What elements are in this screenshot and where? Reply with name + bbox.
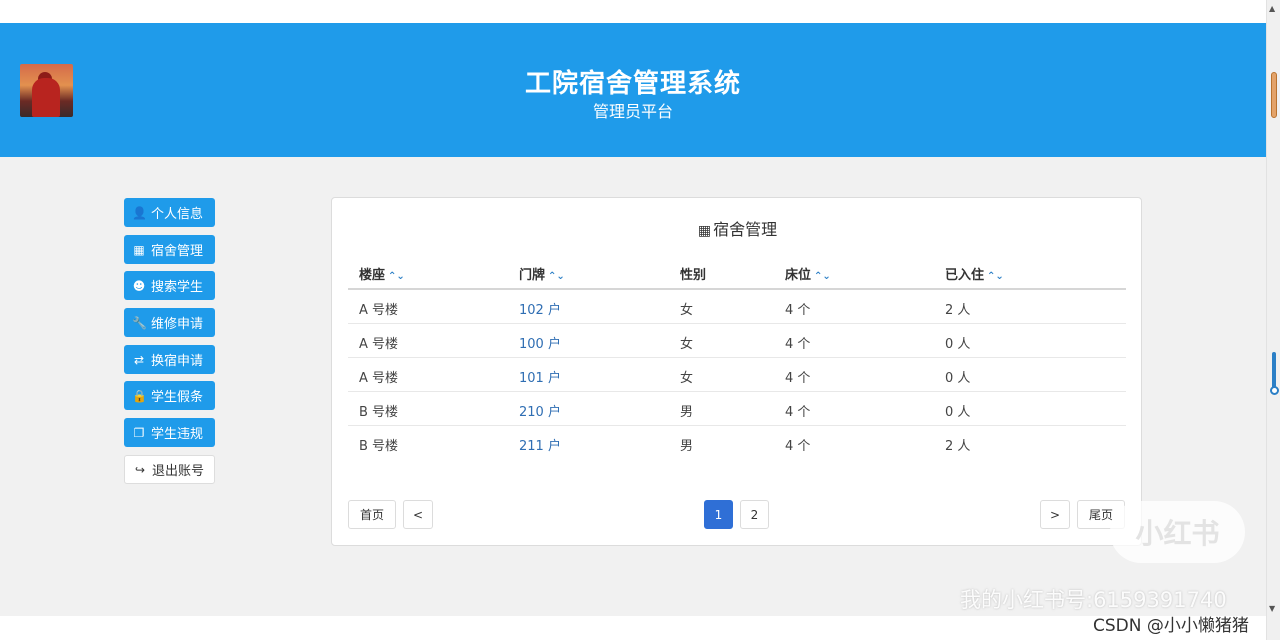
sidebar-item-violations[interactable]: ❐ 学生违规 [124,418,215,447]
building-icon: ▦ [133,242,145,257]
column-header-occupied[interactable]: 已入住 ⌃⌄ [945,264,1004,283]
first-page-button[interactable]: 首页 [348,500,396,529]
column-header-label: 床位 [785,268,812,283]
table-cell: 0 人 [945,371,971,386]
table-cell: 4 个 [785,405,811,420]
lock-icon: 🔒 [132,388,147,403]
table-cell: 2 人 [945,439,971,454]
sign-out-icon: ↪ [134,462,146,477]
room-link[interactable]: 211 户 [519,435,561,454]
column-header-label: 楼座 [359,268,386,283]
table-cell: 0 人 [945,405,971,420]
room-link[interactable]: 102 户 [519,299,561,318]
table-cell: A 号楼 [359,303,399,318]
column-header-label: 门牌 [519,268,546,283]
page-2-button[interactable]: 2 [740,500,769,529]
row-divider [348,391,1126,392]
table-cell: 4 个 [785,337,811,352]
table-cell: 女 [680,303,694,318]
table-cell: 男 [680,405,694,420]
room-link[interactable]: 100 户 [519,333,561,352]
exchange-icon: ⇄ [133,352,145,367]
watermark-account: 我的小红书号:6159391740 [960,588,1227,612]
table-cell: A 号楼 [359,337,399,352]
sort-icon[interactable]: ⌃⌄ [388,271,405,282]
table-cell: 4 个 [785,303,811,318]
scroll-down-arrow-icon[interactable]: ▼ [1269,604,1275,613]
table-cell: 女 [680,337,694,352]
page-1-button[interactable]: 1 [704,500,733,529]
dorm-management-card: ▦ 宿舍管理 楼座 ⌃⌄ 门牌 ⌃⌄ 性别 床位 ⌃⌄ 已入住 ⌃⌄ A 号楼 102 户… [331,197,1142,546]
app-title: 工院宿舍管理系统 [524,69,741,99]
scroll-knob-icon[interactable] [1270,386,1279,395]
table-cell: 男 [680,439,694,454]
top-strip [0,0,1266,23]
sidebar-item-repair-request[interactable]: 🔧 维修申请 [124,308,215,337]
sort-icon[interactable]: ⌃⌄ [987,271,1004,282]
table-cell: 0 人 [945,337,971,352]
column-header-label: 已入住 [945,268,985,283]
table-cell: A 号楼 [359,371,399,386]
card-title-text: 宿舍管理 [713,220,778,239]
next-page-button[interactable]: > [1040,500,1070,529]
sidebar-item-room-change[interactable]: ⇄ 换宿申请 [124,345,215,374]
watermark-logo: 小红书 [1110,501,1245,563]
watermark-credit: CSDN @小小懒猪猪 [1093,616,1249,636]
table-cell: B 号楼 [359,439,399,454]
row-divider [348,357,1126,358]
column-header-building[interactable]: 楼座 ⌃⌄ [359,264,405,283]
room-link[interactable]: 101 户 [519,367,561,386]
sidebar-item-label: 宿舍管理 [151,244,204,259]
column-header-gender: 性别 [680,264,706,283]
copy-icon: ❐ [133,425,145,440]
column-header-label: 性别 [680,268,707,283]
table-header-divider [348,288,1126,290]
bottom-strip [0,616,1266,640]
sidebar-item-label: 学生假条 [151,390,204,405]
prev-page-button[interactable]: < [403,500,433,529]
row-divider [348,323,1126,324]
sidebar-item-search-student[interactable]: ☻ 搜索学生 [124,271,215,300]
sidebar-item-leave-note[interactable]: 🔒 学生假条 [124,381,215,410]
scrollbar-thumb[interactable] [1271,72,1277,118]
table-cell: 2 人 [945,303,971,318]
sidebar-item-label: 换宿申请 [151,354,204,369]
sidebar-item-dorm-management[interactable]: ▦ 宿舍管理 [124,235,215,264]
user-icon: 👤 [132,205,147,220]
sidebar-item-logout[interactable]: ↪ 退出账号 [124,455,215,484]
header-banner: 工院宿舍管理系统 管理员平台 [0,23,1266,157]
sidebar-item-label: 维修申请 [151,317,204,332]
sidebar-item-label: 学生违规 [151,427,204,442]
table-cell: 4 个 [785,439,811,454]
sidebar-item-label: 退出账号 [152,464,205,479]
table-cell: 女 [680,371,694,386]
column-header-beds[interactable]: 床位 ⌃⌄ [785,264,831,283]
room-link[interactable]: 210 户 [519,401,561,420]
app-subtitle: 管理员平台 [592,102,673,121]
user-search-icon: ☻ [132,278,146,293]
row-divider [348,425,1126,426]
building-icon: ▦ [697,223,712,239]
table-cell: 4 个 [785,371,811,386]
sort-icon[interactable]: ⌃⌄ [814,271,831,282]
sort-icon[interactable]: ⌃⌄ [548,271,565,282]
sidebar-item-label: 个人信息 [151,207,204,222]
wrench-icon: 🔧 [132,315,147,330]
table-cell: B 号楼 [359,405,399,420]
scroll-up-arrow-icon[interactable]: ▲ [1269,4,1275,13]
sidebar-item-label: 搜索学生 [151,280,204,295]
column-header-room[interactable]: 门牌 ⌃⌄ [519,264,565,283]
card-title: ▦ 宿舍管理 [332,216,1143,240]
sidebar-item-profile[interactable]: 👤 个人信息 [124,198,215,227]
